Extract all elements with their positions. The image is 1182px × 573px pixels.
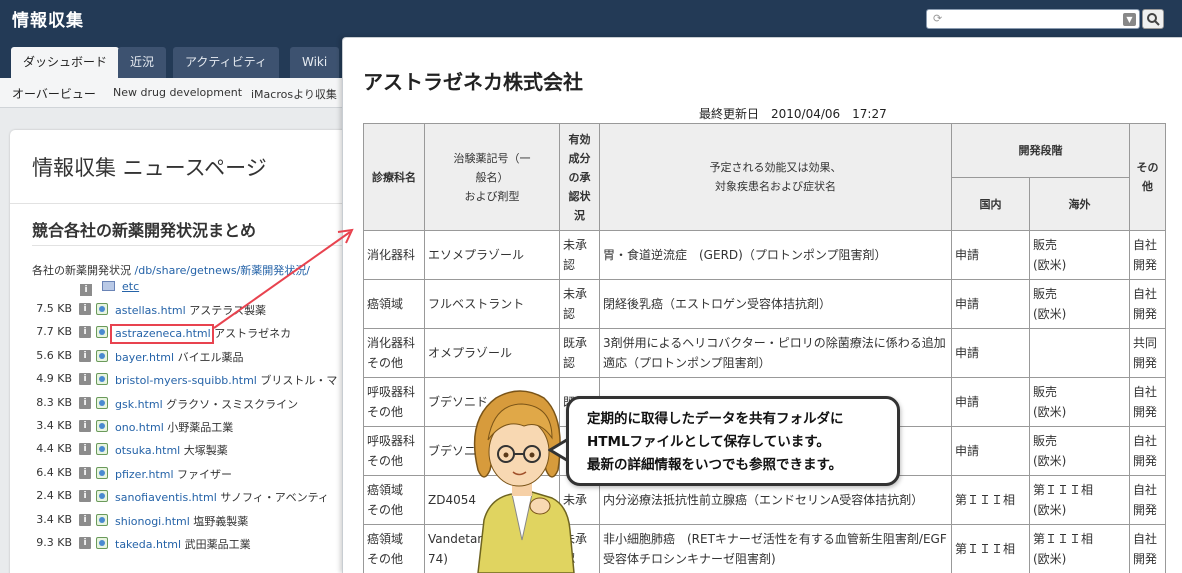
- guide-character-icon: [473, 390, 575, 573]
- bubble-line-1: 定期的に取得したデータを共有フォルダに: [587, 411, 844, 427]
- bubble-line-2: HTMLファイルとして保存しています。: [587, 434, 830, 450]
- bubble-line-3: 最新の詳細情報をいつでも参照できます。: [587, 457, 843, 473]
- speech-bubble: 定期的に取得したデータを共有フォルダに HTMLファイルとして保存しています。 …: [566, 396, 900, 486]
